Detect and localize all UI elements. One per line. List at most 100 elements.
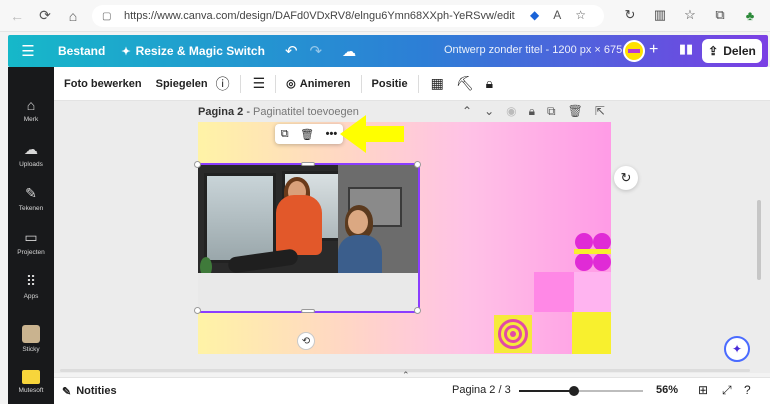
resize-handle[interactable] (194, 307, 201, 314)
avatar[interactable] (623, 40, 645, 62)
chevron-up-icon[interactable]: ⌃ (462, 104, 472, 119)
info-icon[interactable]: ⓘ (216, 74, 230, 94)
decor-pink-square[interactable] (574, 272, 611, 312)
transparency-icon[interactable]: ▦ (431, 75, 444, 92)
brand-icon: ⌂ (26, 97, 36, 113)
insights-icon[interactable]: ▮▮ (675, 41, 697, 63)
photo-person (348, 210, 368, 234)
sidebar-item-brand[interactable]: ⌂ Merk (8, 97, 54, 123)
animate-label: Animeren (299, 77, 351, 90)
duplicate-page-icon[interactable]: ⧉ (547, 104, 556, 119)
address-bar[interactable]: ▢ https://www.canva.com/design/DAFd0VDxR… (92, 5, 604, 27)
sidebar-item-label: Uploads (19, 161, 43, 168)
hide-icon[interactable]: ◉ (506, 104, 516, 119)
refresh-page-icon[interactable]: ↻ (614, 166, 638, 190)
decor-dot (510, 331, 516, 337)
folder-icon: ▭ (24, 229, 38, 245)
grid-view-icon[interactable]: ⊞ (698, 383, 708, 397)
tag-icon[interactable]: ◆ (530, 8, 539, 22)
mutesoft-icon (22, 370, 40, 384)
zoom-level[interactable]: 56% (656, 384, 678, 396)
favorite-icon[interactable]: ☆ (575, 8, 586, 22)
sidebar-item-sticky[interactable]: Sticky (8, 325, 54, 353)
sidebar-item-mutesoft[interactable]: Mutesoft (8, 370, 54, 394)
lock-page-icon[interactable]: 🔒︎ (529, 104, 535, 119)
photo-table (198, 273, 418, 311)
animate-button[interactable]: ◎ Animeren (286, 77, 351, 91)
flip-button[interactable]: Spiegelen (156, 78, 208, 90)
magic-assistant-icon[interactable]: ✦ (724, 336, 750, 362)
sidebar-item-projects[interactable]: ▭ Projecten (8, 229, 54, 256)
browser-toolbar: ← ⟳ ⌂ ▢ https://www.canva.com/design/DAF… (0, 0, 770, 32)
decor-ring (504, 325, 522, 343)
collections-icon[interactable]: ⧉ (710, 5, 730, 25)
decor-pink-wave[interactable] (574, 232, 611, 272)
undo-icon[interactable]: ↶ (285, 42, 298, 60)
zoom-slider-knob[interactable] (569, 386, 579, 396)
read-aloud-icon[interactable]: A (553, 8, 561, 22)
upload-icon: ☁ (24, 141, 38, 157)
file-menu[interactable]: Bestand (58, 44, 105, 58)
resize-handle[interactable] (194, 161, 201, 168)
sidebar-item-apps[interactable]: ⠿ Apps (8, 273, 54, 300)
sidebar-item-draw[interactable]: ✎ Tekenen (8, 185, 54, 212)
sticky-icon (22, 325, 40, 343)
animate-icon: ◎ (286, 78, 296, 90)
rotate-icon[interactable]: ⟲ (297, 332, 315, 350)
resize-button[interactable]: ✦ Resize & Magic Switch (121, 44, 265, 58)
redo-icon[interactable]: ↷ (310, 42, 323, 60)
element-toolbar: ⧉ 🗑︎ ••• (275, 124, 343, 144)
resize-handle[interactable] (414, 307, 421, 314)
refresh-extension-icon[interactable]: ↻ (620, 5, 640, 25)
cloud-save-icon[interactable]: ☁ (342, 43, 356, 60)
sidebar-item-label: Sticky (22, 346, 40, 353)
vertical-scrollbar[interactable] (757, 200, 761, 280)
sidebar-item-label: Apps (23, 293, 39, 300)
add-page-icon[interactable]: ⇱ (595, 104, 605, 119)
delete-icon[interactable]: 🗑︎ (300, 128, 314, 141)
bottom-bar: ✎ Notities Pagina 2 / 3 56% ⊞ ⤢ ? (54, 377, 770, 404)
sidebar-item-label: Merk (23, 116, 39, 123)
sidebar-item-uploads[interactable]: ☁ Uploads (8, 141, 54, 168)
url-text: https://www.canva.com/design/DAFd0VDxRV8… (124, 10, 515, 22)
reload-icon[interactable]: ⟳ (34, 5, 56, 27)
add-collaborator-icon[interactable]: + (649, 41, 658, 59)
resize-handle[interactable] (301, 309, 315, 313)
selected-photo[interactable] (198, 163, 420, 313)
delete-page-icon[interactable]: 🗑︎ (568, 104, 583, 119)
more-options-icon[interactable]: ••• (326, 128, 338, 140)
favorites-icon[interactable]: ☆ (680, 5, 700, 25)
notes-label: Notities (76, 385, 117, 397)
sparkle-icon: ✦ (121, 45, 131, 58)
lock-icon: ▢ (102, 10, 112, 22)
paint-format-icon[interactable]: ⛏ (456, 75, 474, 92)
apps-icon: ⠿ (25, 273, 37, 289)
notes-button[interactable]: ✎ Notities (62, 385, 117, 398)
design-title[interactable]: Ontwerp zonder titel - 1200 px × 675 px (444, 44, 637, 56)
split-screen-icon[interactable]: ▥ (650, 5, 670, 25)
back-icon[interactable]: ← (6, 5, 28, 27)
duplicate-icon[interactable]: ⧉ (281, 128, 289, 141)
decor-target-circle[interactable] (494, 315, 532, 353)
extension-icon[interactable]: ♣ (740, 5, 760, 25)
edit-photo-button[interactable]: Foto bewerken (64, 78, 142, 90)
fullscreen-icon[interactable]: ⤢ (722, 383, 732, 398)
design-page[interactable] (198, 122, 611, 354)
notes-icon: ✎ (62, 385, 72, 398)
decor-pink-square[interactable] (534, 272, 574, 312)
chevron-down-icon[interactable]: ⌄ (484, 104, 494, 119)
share-button[interactable]: ⇪ Delen (702, 39, 762, 63)
hamburger-icon[interactable]: ☰ (8, 42, 48, 60)
help-icon[interactable]: ? (744, 383, 751, 397)
decor-yellow-square[interactable] (572, 312, 611, 354)
page-count[interactable]: Pagina 2 / 3 (452, 384, 511, 396)
resize-handle[interactable] (414, 161, 421, 168)
page-number: Pagina 2 (198, 106, 244, 118)
resize-handle[interactable] (301, 162, 315, 166)
lock-icon[interactable]: 🔒︎ (486, 75, 493, 92)
border-style-icon[interactable]: ☰ (253, 75, 266, 92)
home-icon[interactable]: ⌂ (62, 5, 84, 27)
photo-window (204, 173, 276, 263)
position-button[interactable]: Positie (372, 78, 408, 90)
sidebar-item-label: Mutesoft (18, 387, 44, 394)
